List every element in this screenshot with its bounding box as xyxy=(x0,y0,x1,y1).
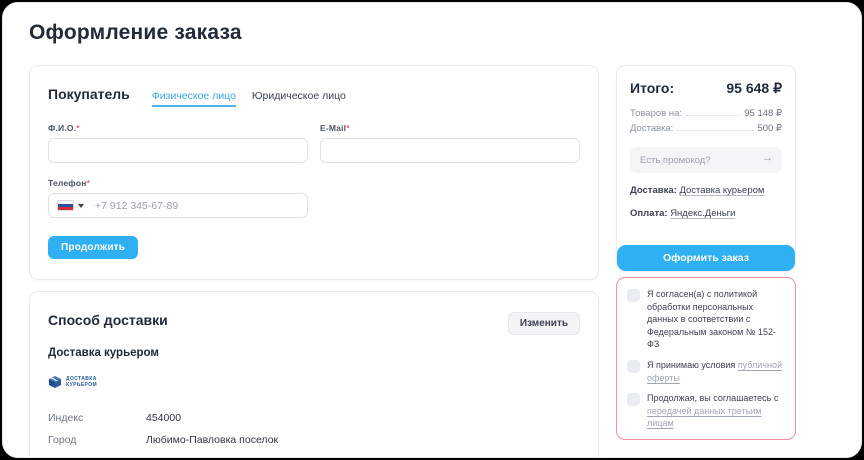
required-mark: * xyxy=(76,123,80,133)
buyer-card-title: Покупатель xyxy=(48,86,130,102)
info-row-index: Индекс 454000 xyxy=(48,411,580,426)
agreement-public-offer: Я принимаю условия публичной оферты xyxy=(627,359,785,384)
courier-delivery-logo: ДОСТАВКА КУРЬЕРОМ xyxy=(48,375,580,389)
delivery-card-title: Способ доставки xyxy=(48,312,168,328)
app-window: Оформление заказа Покупатель Физическое … xyxy=(2,2,862,458)
apply-promo-arrow-icon[interactable]: → xyxy=(762,152,773,164)
tab-legal-entity[interactable]: Юридическое лицо xyxy=(252,90,346,107)
main-column: Покупатель Физическое лицо Юридическое л… xyxy=(29,65,599,458)
buyer-card: Покупатель Физическое лицо Юридическое л… xyxy=(29,65,599,280)
agreement-third-party: Продолжая, вы соглашаетесь с передачей д… xyxy=(627,392,785,430)
summary-line-goods: Товаров на:95 148 ₽ xyxy=(630,108,782,119)
email-field-group: E-Mail* xyxy=(320,123,580,163)
total-label: Итого: xyxy=(630,80,674,96)
agreements-box: Я согласен(а) с политикой обработки перс… xyxy=(616,277,796,440)
russia-flag-icon xyxy=(57,200,74,211)
place-order-button[interactable]: Оформить заказ xyxy=(617,245,795,271)
continue-button[interactable]: Продолжить xyxy=(48,236,138,259)
chevron-down-icon xyxy=(78,204,84,208)
fio-field-group: Ф.И.О.* xyxy=(48,123,308,163)
third-party-checkbox[interactable] xyxy=(627,393,640,406)
info-row-delivery-cost: Стоимость доставки 500 ₽ xyxy=(48,455,580,458)
order-summary-column: Итого: 95 648 ₽ Товаров на:95 148 ₽ Дост… xyxy=(616,65,796,440)
courier-logo-text: ДОСТАВКА КУРЬЕРОМ xyxy=(66,376,97,389)
phone-input[interactable] xyxy=(48,193,308,218)
email-label: E-Mail* xyxy=(320,123,580,133)
phone-field-group: Телефон* xyxy=(48,178,308,218)
promo-code-input[interactable] xyxy=(630,147,782,173)
fio-input[interactable] xyxy=(48,138,308,163)
summary-lines: Товаров на:95 148 ₽ Доставка:500 ₽ xyxy=(630,108,782,134)
third-party-link[interactable]: передачей данных третьим лицам xyxy=(647,406,762,429)
parcel-box-icon xyxy=(48,375,62,389)
page-title: Оформление заказа xyxy=(29,21,835,45)
tab-individual[interactable]: Физическое лицо xyxy=(152,90,236,107)
summary-line-delivery: Доставка:500 ₽ xyxy=(630,123,782,134)
change-delivery-button[interactable]: Изменить xyxy=(508,312,580,335)
phone-label: Телефон* xyxy=(48,178,308,188)
agreement-personal-data: Я согласен(а) с политикой обработки перс… xyxy=(627,288,785,351)
summary-payment-method: Оплата: Яндекс.Деньги xyxy=(630,208,782,219)
order-summary-card: Итого: 95 648 ₽ Товаров на:95 148 ₽ Дост… xyxy=(616,65,796,272)
payment-method-link[interactable]: Яндекс.Деньги xyxy=(670,208,735,219)
delivery-card: Способ доставки Изменить Доставка курьер… xyxy=(29,291,599,458)
delivery-method-name: Доставка курьером xyxy=(48,347,580,359)
delivery-info-rows: Индекс 454000 Город Любимо-Павловка посе… xyxy=(48,411,580,458)
checkout-page: Оформление заказа Покупатель Физическое … xyxy=(3,3,861,458)
summary-delivery-method: Доставка: Доставка курьером xyxy=(630,185,782,196)
country-code-selector[interactable] xyxy=(57,200,84,211)
total-value: 95 648 ₽ xyxy=(726,80,782,97)
required-mark: * xyxy=(87,178,91,188)
buyer-type-tabs: Физическое лицо Юридическое лицо xyxy=(152,90,346,107)
promo-code-group: → xyxy=(630,147,782,173)
required-mark: * xyxy=(346,123,350,133)
fio-label: Ф.И.О.* xyxy=(48,123,308,133)
delivery-method-link[interactable]: Доставка курьером xyxy=(679,185,764,196)
info-row-city: Город Любимо-Павловка поселок xyxy=(48,433,580,448)
personal-data-checkbox[interactable] xyxy=(627,289,640,302)
email-input[interactable] xyxy=(320,138,580,163)
public-offer-checkbox[interactable] xyxy=(627,360,640,373)
